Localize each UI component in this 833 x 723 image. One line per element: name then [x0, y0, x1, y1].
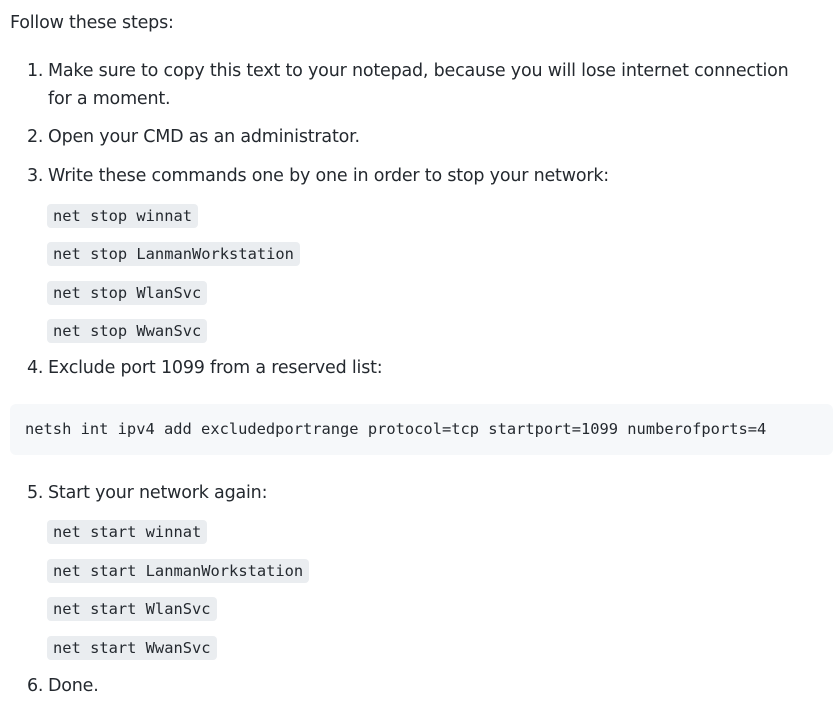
step-text: Open your CMD as an administrator. [48, 127, 360, 147]
command-net-start-wwansvc[interactable]: net start WwanSvc [47, 636, 217, 660]
step-text: Done. [48, 676, 99, 696]
step-number: 4. [27, 358, 44, 378]
step-number: 6. [27, 676, 44, 696]
command-net-stop-lanmanworkstation[interactable]: net stop LanmanWorkstation [47, 242, 300, 266]
step-3: 3. Write these commands one by one in ord… [27, 162, 609, 190]
step-number: 1. [27, 61, 44, 81]
step-1: 1. Make sure to copy this text to your n… [27, 57, 817, 113]
step-text: Exclude port 1099 from a reserved list: [48, 358, 383, 378]
code-block-exclude-port[interactable]: netsh int ipv4 add excludedportrange pro… [10, 404, 833, 455]
step-text: Start your network again: [48, 483, 268, 503]
step-text: Write these commands one by one in order… [48, 166, 609, 186]
step-2: 2. Open your CMD as an administrator. [27, 123, 360, 151]
step-6: 6. Done. [27, 672, 99, 700]
step-number: 2. [27, 127, 44, 147]
command-net-start-wlansvc[interactable]: net start WlanSvc [47, 597, 217, 621]
step-number: 5. [27, 483, 44, 503]
step-text: Make sure to copy this text to your note… [48, 61, 789, 109]
command-net-start-winnat[interactable]: net start winnat [47, 520, 208, 544]
command-net-stop-wwansvc[interactable]: net stop WwanSvc [47, 319, 208, 343]
step-number: 3. [27, 166, 44, 186]
command-net-stop-wlansvc[interactable]: net stop WlanSvc [47, 281, 208, 305]
command-net-start-lanmanworkstation[interactable]: net start LanmanWorkstation [47, 559, 310, 583]
command-netsh-exclude-port[interactable]: netsh int ipv4 add excludedportrange pro… [25, 420, 766, 438]
step-5: 5. Start your network again: [27, 479, 267, 507]
intro-text: Follow these steps: [10, 13, 174, 33]
step-4: 4. Exclude port 1099 from a reserved list… [27, 354, 383, 382]
command-net-stop-winnat[interactable]: net stop winnat [47, 204, 198, 228]
